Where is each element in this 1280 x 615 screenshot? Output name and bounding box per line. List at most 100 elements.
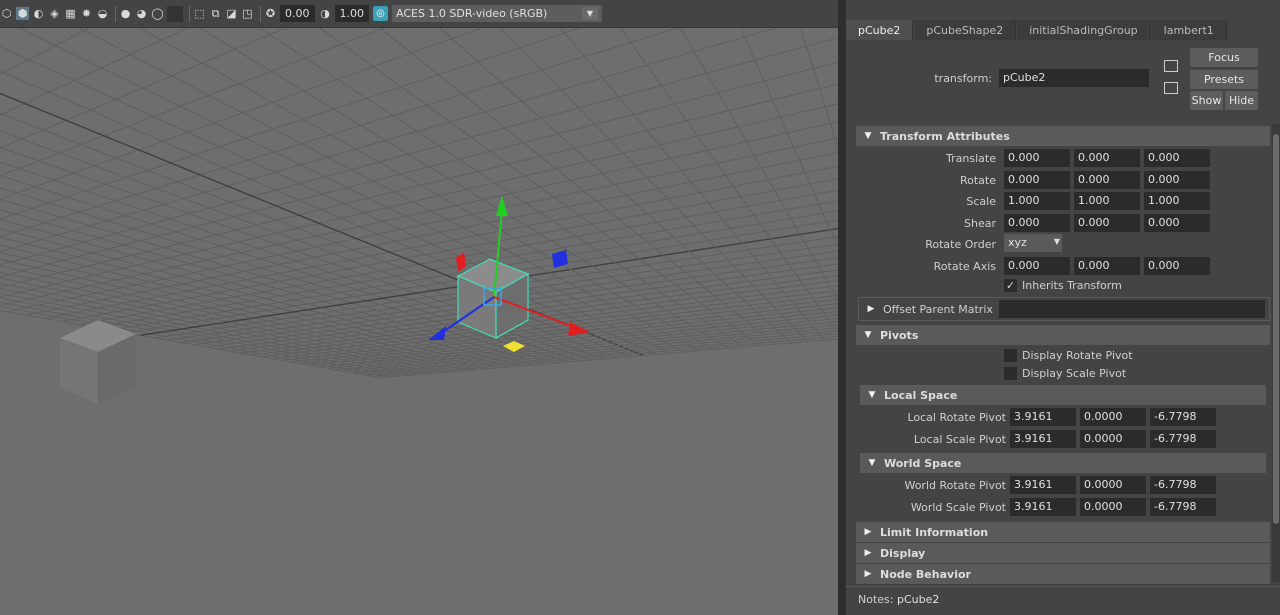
hide-button[interactable]: Hide <box>1225 91 1258 110</box>
resolution-gate-icon[interactable]: ◳ <box>241 7 254 20</box>
rotate-order-value: xyz <box>1008 236 1027 249</box>
rotate-axis-x-field[interactable]: 0.000 <box>1004 257 1070 275</box>
panel-splitter[interactable] <box>838 0 846 615</box>
smooth-shade-cube-icon[interactable]: ⬢ <box>16 7 29 20</box>
section-limit-information[interactable]: ▶ Limit Information <box>856 522 1270 542</box>
y-field[interactable]: 1.000 <box>1074 192 1140 210</box>
rotate-order-dropdown[interactable]: xyz ▼ <box>1004 234 1062 252</box>
viewport-panel[interactable]: ⬡ ⬢ ◐ ◈ ▦ ✸ ◒ ● ◕ ◯ ⬚ ⧉ ◪ ◳ ✪ 0.00 ◑ 1.0… <box>0 0 838 615</box>
view-transform-value: ACES 1.0 SDR-video (sRGB) <box>396 7 548 20</box>
shaded-sphere-icon[interactable]: ◐ <box>32 7 45 20</box>
grid-toggle-icon[interactable]: ◪ <box>225 7 238 20</box>
rotate-axis-z-field[interactable]: 0.000 <box>1144 257 1210 275</box>
y-field[interactable]: 0.000 <box>1074 170 1140 189</box>
show-button[interactable]: Show <box>1190 91 1223 110</box>
color-management-icon[interactable]: ◎ <box>373 6 388 21</box>
triangle-down-icon: ▼ <box>864 131 872 141</box>
z-field[interactable]: 0.000 <box>1144 170 1210 189</box>
transform-name-field[interactable]: pCube2 <box>999 69 1149 87</box>
y-field[interactable]: 0.0000 <box>1080 408 1146 426</box>
tab-lambert1[interactable]: lambert1 <box>1151 20 1227 40</box>
background-cube[interactable] <box>60 320 136 404</box>
checker-icon[interactable]: ▦ <box>64 7 77 20</box>
motion-blur-icon[interactable]: ◕ <box>135 7 148 20</box>
wireframe-cube-icon[interactable]: ⬡ <box>0 7 13 20</box>
xray-joints-icon[interactable]: ⧉ <box>209 7 222 20</box>
triangle-right-icon: ▶ <box>864 569 872 579</box>
inherits-transform-checkbox[interactable]: ✓ <box>1004 279 1017 292</box>
section-title: Limit Information <box>880 525 989 539</box>
offset-matrix-field[interactable] <box>999 300 1265 318</box>
view-transform-dropdown[interactable]: ACES 1.0 SDR-video (sRGB) ▼ <box>392 5 602 22</box>
section-local-space[interactable]: ▼ Local Space <box>860 385 1266 405</box>
tab-pcube2[interactable]: pCube2 <box>846 20 914 40</box>
attribute-label: Local Rotate Pivot <box>907 411 1006 424</box>
section-display[interactable]: ▶ Display <box>856 543 1270 563</box>
xray-icon[interactable]: ⬚ <box>193 7 206 20</box>
chevron-down-icon: ▼ <box>1053 237 1060 246</box>
attribute-label: Translate <box>946 152 996 165</box>
exposure-icon[interactable]: ✪ <box>264 7 277 20</box>
x-field[interactable]: 1.000 <box>1004 192 1070 210</box>
z-field[interactable]: -6.7798 <box>1150 476 1216 494</box>
z-field[interactable]: 1.000 <box>1144 192 1210 210</box>
y-field[interactable]: 0.000 <box>1074 149 1140 167</box>
focus-input-icon[interactable] <box>1164 60 1178 72</box>
rotate-axis-y-field[interactable]: 0.000 <box>1074 257 1140 275</box>
display-scale-pivot-checkbox[interactable] <box>1004 367 1017 380</box>
z-field[interactable]: 0.000 <box>1144 149 1210 167</box>
gamma-icon[interactable]: ◑ <box>319 7 332 20</box>
x-field[interactable]: 3.9161 <box>1010 476 1076 494</box>
z-field[interactable]: -6.7798 <box>1150 497 1216 516</box>
isolate-select-icon[interactable] <box>167 5 183 22</box>
section-title: Pivots <box>880 328 919 342</box>
y-field[interactable]: 0.0000 <box>1080 476 1146 494</box>
triangle-right-icon: ▶ <box>864 548 872 558</box>
scene-canvas[interactable] <box>0 28 838 615</box>
focus-output-icon[interactable] <box>1164 82 1178 94</box>
x-field[interactable]: 0.000 <box>1004 149 1070 167</box>
attribute-label: Scale <box>966 195 996 208</box>
presets-button[interactable]: Presets <box>1190 70 1258 89</box>
inherits-transform-label: Inherits Transform <box>1022 279 1122 292</box>
display-rotate-pivot-checkbox[interactable] <box>1004 349 1017 362</box>
toolbar-separator <box>189 5 190 22</box>
section-transform-attributes[interactable]: ▼ Transform Attributes <box>856 126 1270 146</box>
attribute-label: Local Scale Pivot <box>913 432 1006 446</box>
section-title: Offset Parent Matrix <box>883 302 993 316</box>
anti-aliasing-icon[interactable]: ◯ <box>151 7 164 20</box>
exposure-field[interactable]: 0.00 <box>280 5 315 22</box>
section-offset-parent-matrix[interactable]: ▶ Offset Parent Matrix <box>858 297 1270 321</box>
ambient-occlusion-icon[interactable]: ● <box>119 7 132 20</box>
attribute-label: World Rotate Pivot <box>904 479 1006 492</box>
notes-bar: Notes: pCube2 <box>846 586 1280 615</box>
z-field[interactable]: -6.7798 <box>1150 408 1216 426</box>
x-field[interactable]: 0.000 <box>1004 170 1070 189</box>
y-field[interactable]: 0.000 <box>1074 213 1140 232</box>
section-world-space[interactable]: ▼ World Space <box>860 453 1266 473</box>
notes-value[interactable]: pCube2 <box>897 593 939 606</box>
y-field[interactable]: 0.0000 <box>1080 497 1146 516</box>
section-pivots[interactable]: ▼ Pivots <box>856 325 1270 345</box>
z-field[interactable]: 0.000 <box>1144 213 1210 232</box>
y-field[interactable]: 0.0000 <box>1080 429 1146 448</box>
light-bulb-icon[interactable]: ✸ <box>80 7 93 20</box>
triangle-down-icon: ▼ <box>868 390 876 400</box>
focus-button[interactable]: Focus <box>1190 48 1258 67</box>
x-field[interactable]: 3.9161 <box>1010 429 1076 448</box>
textured-cube-icon[interactable]: ◈ <box>48 7 61 20</box>
shadows-icon[interactable]: ◒ <box>96 7 109 20</box>
scrollbar-thumb[interactable] <box>1273 134 1279 524</box>
tab-pcubeshape2[interactable]: pCubeShape2 <box>914 20 1017 40</box>
tab-initial-shading-group[interactable]: initialShadingGroup <box>1017 20 1151 40</box>
gamma-field[interactable]: 1.00 <box>334 5 369 22</box>
triangle-right-icon: ▶ <box>867 304 875 314</box>
rotate-axis-label: Rotate Axis <box>933 260 996 273</box>
x-field[interactable]: 0.000 <box>1004 213 1070 232</box>
x-field[interactable]: 3.9161 <box>1010 497 1076 516</box>
triangle-right-icon: ▶ <box>864 527 872 537</box>
x-field[interactable]: 3.9161 <box>1010 408 1076 426</box>
display-scale-pivot-label: Display Scale Pivot <box>1022 367 1127 380</box>
section-node-behavior[interactable]: ▶ Node Behavior <box>856 564 1270 584</box>
z-field[interactable]: -6.7798 <box>1150 429 1216 448</box>
